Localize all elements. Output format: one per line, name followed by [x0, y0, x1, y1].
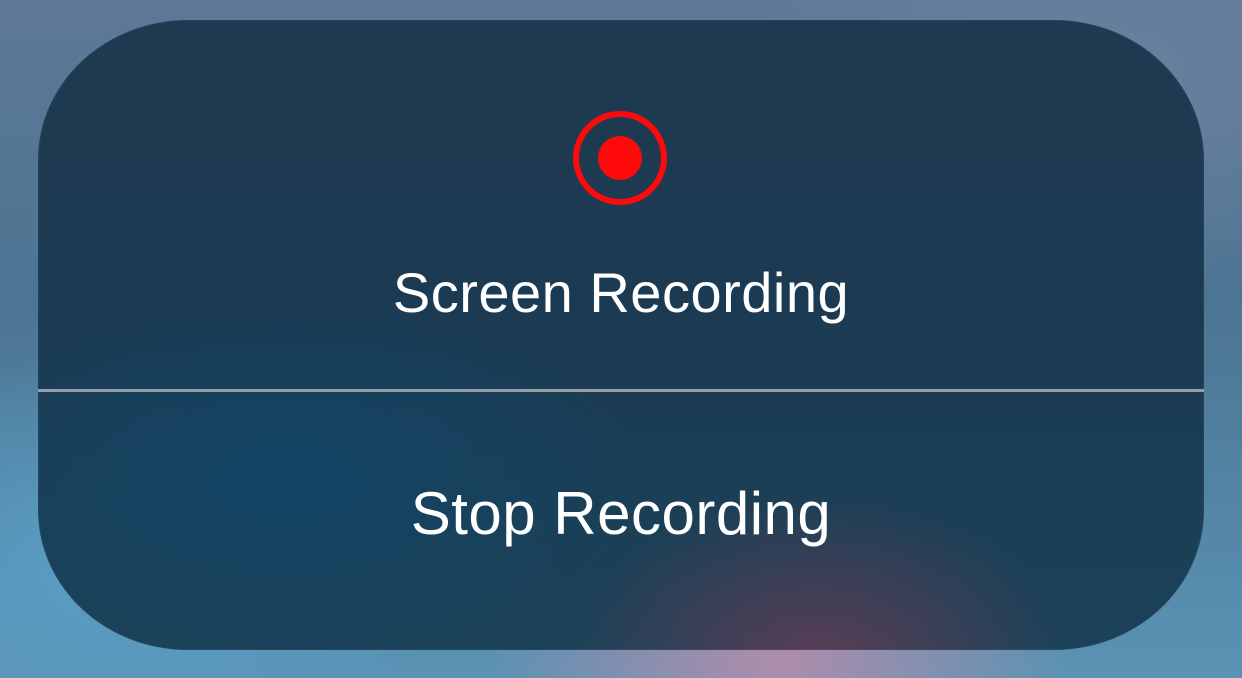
record-icon [572, 110, 668, 206]
stop-recording-label: Stop Recording [410, 480, 832, 547]
menu-title: Screen Recording [392, 261, 850, 324]
menu-header: Screen Recording [38, 20, 1204, 389]
stop-recording-button[interactable]: Stop Recording [38, 392, 1204, 650]
screen-recording-menu: Screen Recording Stop Recording [38, 20, 1204, 650]
